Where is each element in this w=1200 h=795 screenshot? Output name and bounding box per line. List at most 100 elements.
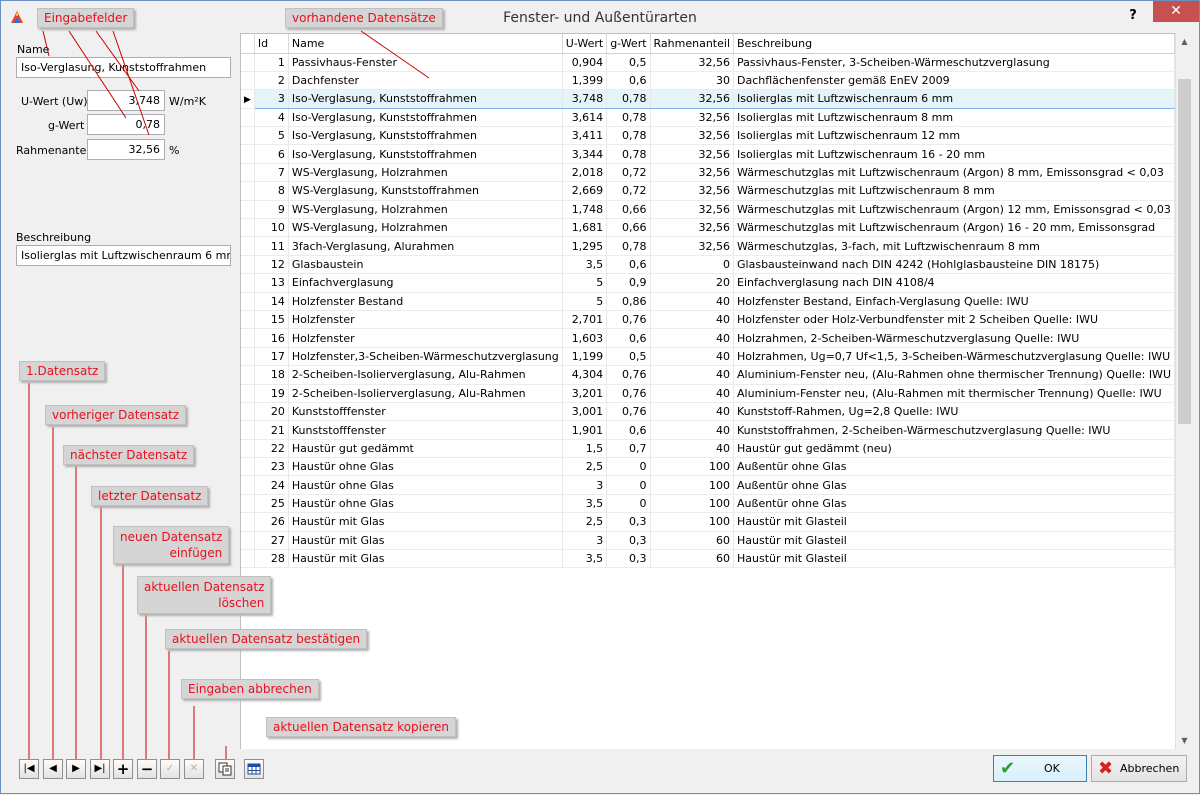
cell-rahmenanteil[interactable]: 100	[650, 457, 735, 477]
scroll-down-icon[interactable]: ▼	[1176, 732, 1193, 749]
cell-rahmenanteil[interactable]: 0	[650, 255, 735, 275]
cell-id[interactable]: 17	[254, 347, 289, 367]
cell-uwert[interactable]: 2,701	[562, 310, 608, 330]
cell-gwert[interactable]: 0,6	[606, 328, 651, 348]
cell-beschreibung[interactable]: Außentür ohne Glas	[733, 457, 1175, 477]
scroll-thumb[interactable]	[1178, 79, 1191, 424]
cell-name[interactable]: Haustür ohne Glas	[288, 475, 563, 495]
cell-gwert[interactable]: 0,5	[606, 53, 651, 72]
cell-id[interactable]: 12	[254, 255, 289, 275]
cell-id[interactable]: 14	[254, 292, 289, 311]
cell-beschreibung[interactable]: Isolierglas mit Luftzwischenraum 6 mm	[733, 89, 1175, 109]
table-row[interactable]: 2 Dachfenster 1,399 0,6 30 Dachflächenfenster…	[241, 71, 1175, 91]
cell-name[interactable]: WS-Verglasung, Kunststoffrahmen	[288, 181, 563, 201]
cell-rahmenanteil[interactable]: 32,56	[650, 181, 735, 201]
cell-rahmenanteil[interactable]: 40	[650, 384, 735, 403]
cell-rahmenanteil[interactable]: 32,56	[650, 53, 735, 72]
col-header-gwert[interactable]: g-Wert	[606, 34, 651, 54]
table-row[interactable]: 26 Haustür mit Glas 2,5 0,3 100 Haustür mit G…	[241, 512, 1175, 532]
cell-id[interactable]: 2	[254, 71, 289, 91]
cell-id[interactable]: 27	[254, 531, 289, 551]
cell-beschreibung[interactable]: Holzrahmen, 2-Scheiben-Wärmeschutzvergla…	[733, 328, 1175, 348]
cell-id[interactable]: 15	[254, 310, 289, 330]
cell-beschreibung[interactable]: Isolierglas mit Luftzwischenraum 12 mm	[733, 126, 1175, 146]
cell-name[interactable]: Holzfenster,3-Scheiben-Wärmeschutzvergla…	[288, 347, 563, 367]
cell-gwert[interactable]: 0,6	[606, 420, 651, 440]
cell-beschreibung[interactable]: Einfachverglasung nach DIN 4108/4	[733, 273, 1175, 293]
cell-uwert[interactable]: 5	[562, 273, 608, 293]
cell-beschreibung[interactable]: Haustür gut gedämmt (neu)	[733, 439, 1175, 459]
beschreibung-input[interactable]: Isolierglas mit Luftzwischenraum 6 mm	[16, 245, 231, 266]
table-view-button[interactable]	[244, 759, 264, 779]
cell-rahmenanteil[interactable]: 20	[650, 273, 735, 293]
cell-name[interactable]: Haustür ohne Glas	[288, 457, 563, 477]
cell-beschreibung[interactable]: Aluminium-Fenster neu, (Alu-Rahmen mit t…	[733, 384, 1175, 403]
cell-id[interactable]: 26	[254, 512, 289, 532]
cell-beschreibung[interactable]: Isolierglas mit Luftzwischenraum 8 mm	[733, 108, 1175, 128]
cell-gwert[interactable]: 0,9	[606, 273, 651, 293]
cell-uwert[interactable]: 1,199	[562, 347, 608, 367]
cell-name[interactable]: Holzfenster	[288, 310, 563, 330]
table-row[interactable]: 16 Holzfenster 1,603 0,6 40 Holzrahmen, 2-Sch…	[241, 328, 1175, 348]
table-row[interactable]: 20 Kunststofffenster 3,001 0,76 40 Kunststoff…	[241, 402, 1175, 422]
cell-id[interactable]: 20	[254, 402, 289, 422]
cell-gwert[interactable]: 0,78	[606, 108, 651, 128]
table-row[interactable]: 5 Iso-Verglasung, Kunststoffrahmen 3,411 0,…	[241, 126, 1175, 146]
cell-name[interactable]: WS-Verglasung, Holzrahmen	[288, 200, 563, 220]
col-header-id[interactable]: Id	[254, 34, 289, 54]
cell-name[interactable]: Haustür mit Glas	[288, 549, 563, 569]
table-row[interactable]: 28 Haustür mit Glas 3,5 0,3 60 Haustür mit Gl…	[241, 549, 1175, 569]
cell-uwert[interactable]: 5	[562, 292, 608, 311]
cell-name[interactable]: Holzfenster Bestand	[288, 292, 563, 311]
cell-uwert[interactable]: 3,614	[562, 108, 608, 128]
cell-uwert[interactable]: 3,5	[562, 549, 608, 569]
cell-beschreibung[interactable]: Wärmeschutzglas mit Luftzwischenraum (Ar…	[733, 200, 1175, 220]
cell-beschreibung[interactable]: Holzfenster Bestand, Einfach-Verglasung …	[733, 292, 1175, 311]
cell-name[interactable]: Einfachverglasung	[288, 273, 563, 293]
table-row[interactable]: 19 2-Scheiben-Isolierverglasung, Alu-Rahm…	[241, 384, 1175, 403]
cell-rahmenanteil[interactable]: 32,56	[650, 89, 735, 109]
cell-uwert[interactable]: 2,5	[562, 512, 608, 532]
cell-gwert[interactable]: 0	[606, 494, 651, 514]
cell-beschreibung[interactable]: Kunststoff-Rahmen, Ug=2,8 Quelle: IWU	[733, 402, 1175, 422]
cell-rahmenanteil[interactable]: 100	[650, 512, 735, 532]
cell-gwert[interactable]: 0	[606, 457, 651, 477]
cell-gwert[interactable]: 0,3	[606, 531, 651, 551]
cell-uwert[interactable]: 3,201	[562, 384, 608, 403]
cell-rahmenanteil[interactable]: 40	[650, 402, 735, 422]
delete-record-button[interactable]: −	[137, 759, 157, 779]
cell-rahmenanteil[interactable]: 60	[650, 531, 735, 551]
cell-beschreibung[interactable]: Isolierglas mit Luftzwischenraum 16 - 20…	[733, 144, 1175, 164]
cancel-button[interactable]: ✖ Abbrechen	[1091, 755, 1187, 782]
cell-uwert[interactable]: 1,901	[562, 420, 608, 440]
cell-id[interactable]: 3	[254, 89, 289, 109]
name-input[interactable]: Iso-Verglasung, Kunststoffrahmen	[16, 57, 231, 78]
cell-rahmenanteil[interactable]: 32,56	[650, 236, 735, 256]
cell-id[interactable]: 23	[254, 457, 289, 477]
cell-gwert[interactable]: 0,78	[606, 144, 651, 164]
cell-id[interactable]: 10	[254, 218, 289, 238]
cell-uwert[interactable]: 0,904	[562, 53, 608, 72]
cell-uwert[interactable]: 2,669	[562, 181, 608, 201]
cell-id[interactable]: 8	[254, 181, 289, 201]
cell-name[interactable]: WS-Verglasung, Holzrahmen	[288, 218, 563, 238]
cell-rahmenanteil[interactable]: 32,56	[650, 218, 735, 238]
table-row[interactable]: 9 WS-Verglasung, Holzrahmen 1,748 0,66 32,56…	[241, 200, 1175, 220]
table-row[interactable]: 27 Haustür mit Glas 3 0,3 60 Haustür mit Glas…	[241, 531, 1175, 551]
cell-uwert[interactable]: 2,5	[562, 457, 608, 477]
vertical-scrollbar[interactable]: ▲ ▼	[1175, 33, 1192, 749]
insert-record-button[interactable]: +	[113, 759, 133, 779]
cell-uwert[interactable]: 1,399	[562, 71, 608, 91]
previous-record-button[interactable]: ◀	[43, 759, 63, 779]
cell-name[interactable]: 2-Scheiben-Isolierverglasung, Alu-Rahmen	[288, 384, 563, 403]
cell-rahmenanteil[interactable]: 40	[650, 310, 735, 330]
cell-rahmenanteil[interactable]: 32,56	[650, 108, 735, 128]
cell-id[interactable]: 28	[254, 549, 289, 569]
cell-gwert[interactable]: 0,76	[606, 402, 651, 422]
cell-rahmenanteil[interactable]: 32,56	[650, 200, 735, 220]
table-row[interactable]: 14 Holzfenster Bestand 5 0,86 40 Holzfenster …	[241, 292, 1175, 311]
close-button[interactable]: ✕	[1153, 1, 1199, 22]
cell-id[interactable]: 11	[254, 236, 289, 256]
cell-gwert[interactable]: 0,72	[606, 181, 651, 201]
gwert-input[interactable]: 0,78	[87, 114, 165, 135]
